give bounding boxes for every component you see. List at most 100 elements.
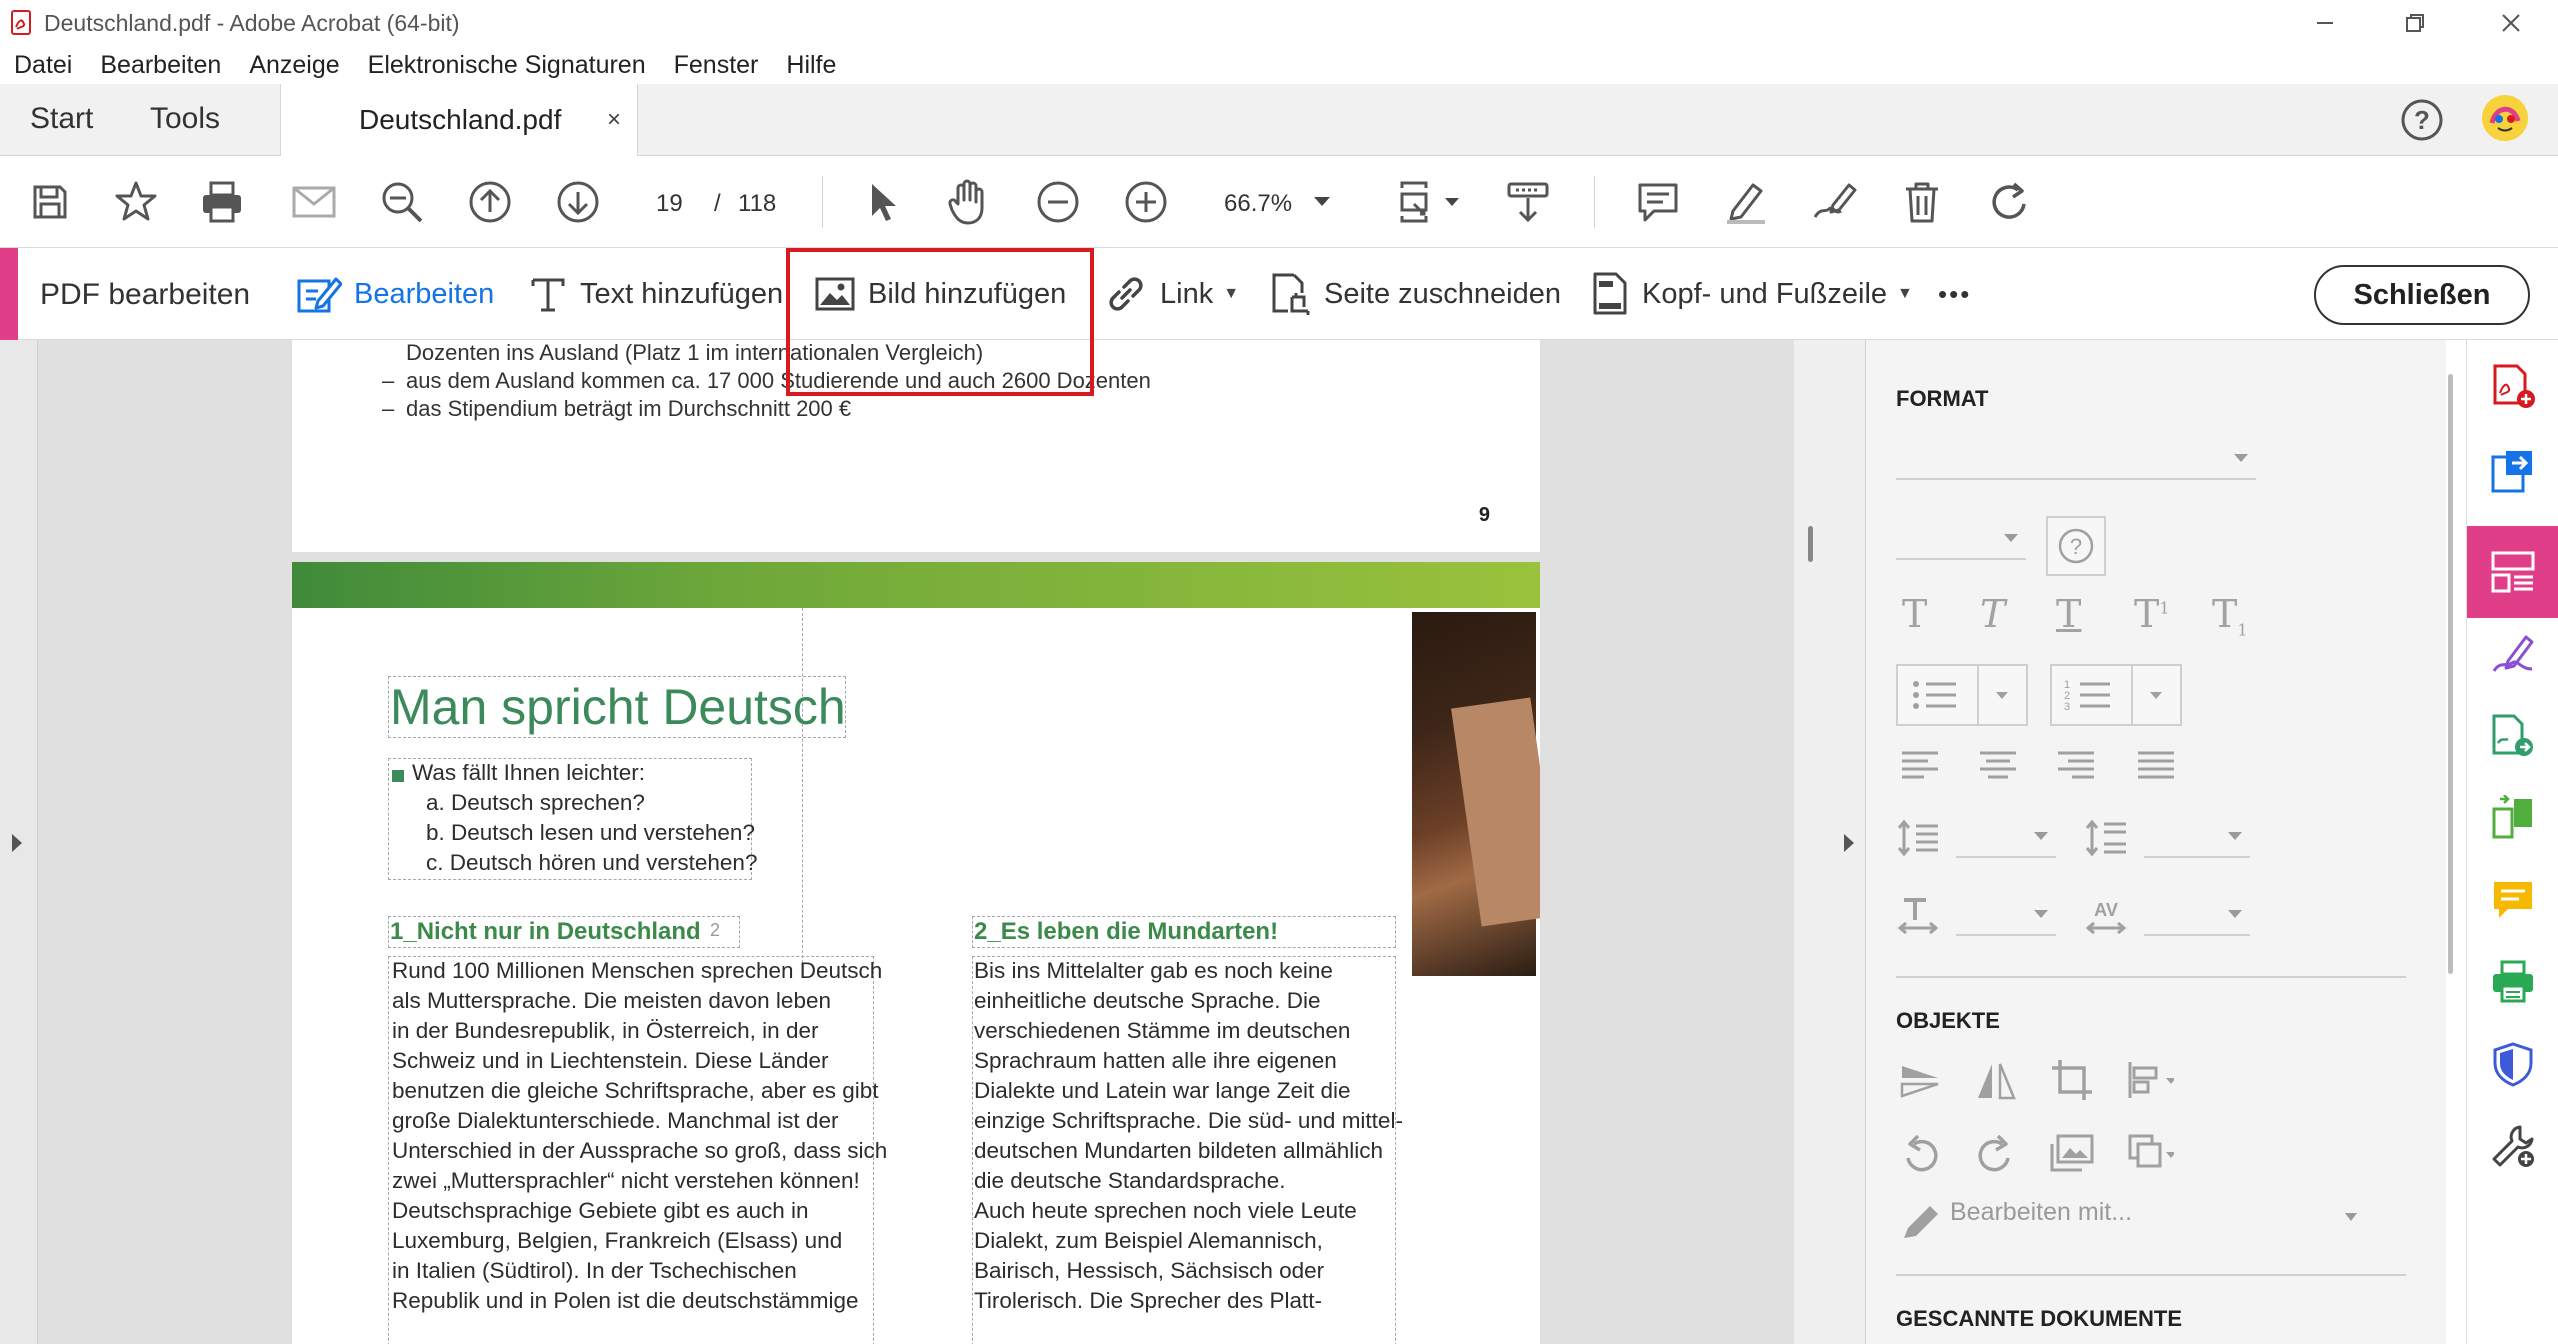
close-window-button[interactable]: [2466, 0, 2556, 46]
delete-trash-icon[interactable]: [1898, 178, 1946, 226]
restore-button[interactable]: [2370, 0, 2460, 46]
zoom-dropdown-chevron-icon[interactable]: [1308, 178, 1336, 226]
font-color-button[interactable]: ?: [2046, 516, 2106, 576]
tab-tools[interactable]: Tools: [150, 102, 220, 136]
text-underline-icon[interactable]: T: [2056, 592, 2081, 636]
add-text-button[interactable]: Text hinzufügen: [528, 270, 783, 318]
highlight-pen-icon[interactable]: [1722, 178, 1770, 226]
user-avatar[interactable]: [2480, 94, 2528, 142]
page-number-input[interactable]: 19: [656, 190, 683, 218]
more-tools-wrench-icon[interactable]: [2489, 1122, 2537, 1170]
panel-splitter[interactable]: [1830, 340, 1866, 1344]
document-scrollbar[interactable]: [1794, 340, 1830, 1344]
fit-dropdown-chevron-icon[interactable]: [1438, 178, 1466, 226]
print-icon[interactable]: [198, 178, 246, 226]
crop-page-button[interactable]: Seite zuschneiden: [1268, 270, 1561, 318]
menu-anzeige[interactable]: Anzeige: [249, 51, 339, 80]
character-spacing-icon[interactable]: AV: [2082, 892, 2130, 940]
print-production-icon[interactable]: [2489, 958, 2537, 1006]
edit-button[interactable]: Bearbeiten: [296, 270, 494, 318]
flip-vertical-icon[interactable]: [1896, 1056, 1944, 1104]
align-right-icon[interactable]: [2052, 740, 2100, 788]
create-pdf-icon[interactable]: [2489, 362, 2537, 410]
font-size-dropdown[interactable]: [1896, 524, 2026, 560]
text-italic-icon[interactable]: T: [1980, 592, 2005, 636]
scrollbar-thumb[interactable]: [1808, 526, 1813, 562]
close-tab-icon[interactable]: ×: [607, 106, 621, 134]
add-image-button[interactable]: Bild hinzufügen: [814, 270, 1066, 318]
hand-tool-icon[interactable]: [944, 178, 992, 226]
organize-pages-icon[interactable]: [2489, 794, 2537, 842]
zoom-level-field[interactable]: 66.7%: [1224, 190, 1292, 218]
export-pdf-icon[interactable]: [2489, 448, 2537, 496]
close-edit-button[interactable]: Schließen: [2314, 265, 2530, 325]
body-text-line: Auch heute sprechen noch viele Leute: [974, 1198, 1357, 1223]
replace-image-icon[interactable]: [2048, 1130, 2096, 1178]
send-for-signature-icon[interactable]: [2489, 712, 2537, 760]
scroll-mode-icon[interactable]: [1504, 178, 1552, 226]
line-spacing-dropdown[interactable]: [1956, 822, 2056, 858]
tab-start[interactable]: Start: [30, 102, 93, 136]
zoom-in-icon[interactable]: [1122, 178, 1170, 226]
tab-document[interactable]: Deutschland.pdf ×: [280, 84, 638, 156]
flip-horizontal-icon[interactable]: [1972, 1056, 2020, 1104]
save-icon[interactable]: [26, 178, 74, 226]
email-icon[interactable]: [290, 178, 338, 226]
collapse-right-panel-icon[interactable]: [1842, 832, 1856, 854]
paragraph-spacing-icon[interactable]: [2082, 814, 2130, 862]
numbered-list-button[interactable]: 123: [2050, 664, 2182, 726]
previous-page-icon[interactable]: [466, 178, 514, 226]
horizontal-scaling-dropdown[interactable]: [1956, 900, 2056, 936]
header-footer-button[interactable]: Kopf- und Fußzeile ▼: [1590, 270, 1913, 318]
edit-pdf-icon[interactable]: [2489, 548, 2537, 596]
fill-sign-icon[interactable]: [2489, 630, 2537, 678]
align-objects-icon[interactable]: [2126, 1056, 2174, 1104]
zoom-search-icon[interactable]: [378, 178, 426, 226]
help-icon[interactable]: ?: [2398, 96, 2446, 144]
paragraph-spacing-dropdown[interactable]: [2144, 822, 2250, 858]
body-text-line: verschiedenen Stämme im deutschen: [974, 1018, 1351, 1043]
text-superscript-icon[interactable]: T1: [2134, 592, 2170, 636]
rotate-redo-icon[interactable]: [1986, 178, 2034, 226]
select-cursor-icon[interactable]: [858, 178, 906, 226]
crop-image-icon[interactable]: [2048, 1056, 2096, 1104]
rotate-right-icon[interactable]: [1972, 1130, 2020, 1178]
panel-divider: [1896, 976, 2406, 978]
fit-page-icon[interactable]: [1394, 178, 1442, 226]
zoom-out-icon[interactable]: [1034, 178, 1082, 226]
more-tools-button[interactable]: •••: [1938, 270, 1971, 318]
line-spacing-icon[interactable]: [1894, 814, 1942, 862]
font-family-dropdown[interactable]: [1896, 444, 2256, 480]
edit-with-dropdown[interactable]: Bearbeiten mit...: [1950, 1198, 2132, 1227]
align-center-icon[interactable]: [1974, 740, 2022, 788]
expand-left-pane-icon[interactable]: [10, 832, 24, 854]
bookmark-star-icon[interactable]: [112, 178, 160, 226]
text-subscript-icon[interactable]: T1: [2212, 592, 2248, 640]
menu-hilfe[interactable]: Hilfe: [786, 51, 836, 80]
panel-scrollbar[interactable]: [2448, 374, 2453, 974]
sign-pen-icon[interactable]: [1810, 178, 1858, 226]
align-left-icon[interactable]: [1896, 740, 1944, 788]
header-footer-label: Kopf- und Fußzeile: [1642, 277, 1888, 310]
character-spacing-dropdown[interactable]: [2144, 900, 2250, 936]
menu-elektronische-signaturen[interactable]: Elektronische Signaturen: [368, 51, 646, 80]
minimize-button[interactable]: [2280, 0, 2370, 46]
link-button[interactable]: Link ▼: [1104, 270, 1239, 318]
menu-fenster[interactable]: Fenster: [674, 51, 759, 80]
text-bold-icon[interactable]: T: [1902, 592, 1927, 636]
bullet-list-button[interactable]: [1896, 664, 2028, 726]
comment-icon[interactable]: [1634, 178, 1682, 226]
comment-tool-icon[interactable]: [2489, 876, 2537, 924]
document-photo[interactable]: [1412, 612, 1540, 976]
protect-shield-icon[interactable]: [2489, 1040, 2537, 1088]
arrange-objects-icon[interactable]: [2126, 1130, 2174, 1178]
rotate-left-icon[interactable]: [1896, 1130, 1944, 1178]
align-justify-icon[interactable]: [2132, 740, 2180, 788]
edit-with-chevron-icon[interactable]: [2344, 1212, 2358, 1222]
next-page-icon[interactable]: [554, 178, 602, 226]
document-viewer[interactable]: Dozenten ins Ausland (Platz 1 im interna…: [38, 340, 1794, 1344]
menu-datei[interactable]: Datei: [14, 51, 72, 80]
title-bar: Deutschland.pdf - Adobe Acrobat (64-bit): [0, 0, 2558, 46]
menu-bearbeiten[interactable]: Bearbeiten: [100, 51, 221, 80]
horizontal-scaling-icon[interactable]: [1894, 892, 1942, 940]
